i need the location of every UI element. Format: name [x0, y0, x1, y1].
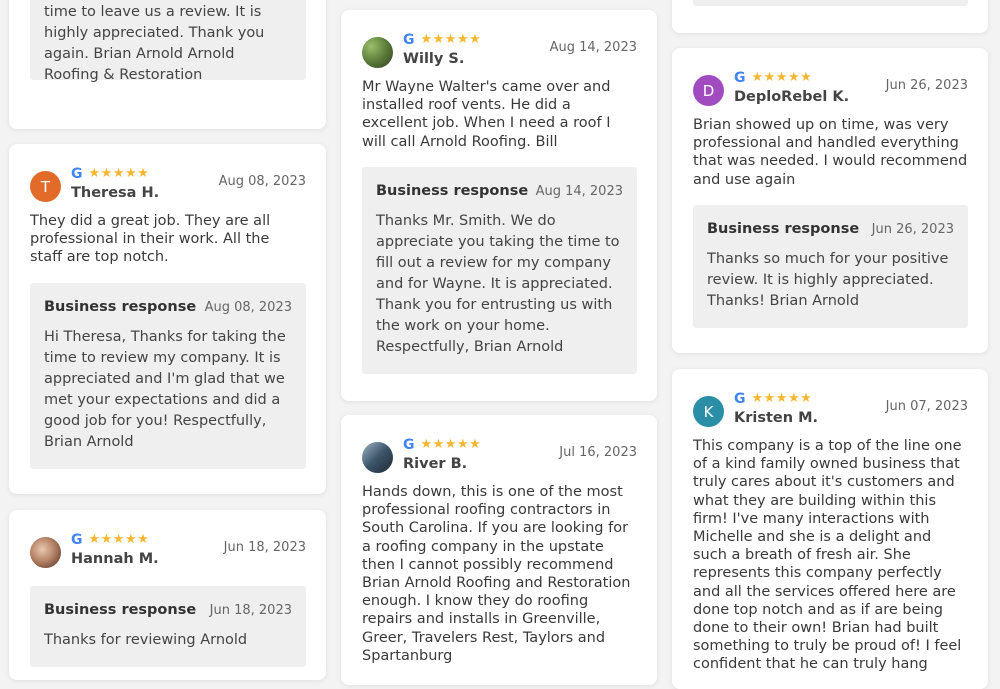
- response-date: Jun 18, 2023: [209, 603, 292, 618]
- avatar: [30, 537, 61, 568]
- review-date: Aug 14, 2023: [549, 40, 637, 55]
- reviewer-name: DeploRebel K.: [734, 89, 850, 105]
- reviewer-name: Willy S.: [403, 51, 465, 67]
- avatar: K: [693, 396, 724, 427]
- response-title: Business response: [707, 220, 860, 237]
- response-title: Business response: [376, 182, 529, 199]
- reviewer-name: Kristen M.: [734, 410, 819, 426]
- review-card: G ★★★★★ River B. Jul 16, 2023 Hands down…: [341, 415, 657, 685]
- response-title: Business response: [44, 298, 197, 315]
- google-icon: G: [403, 437, 415, 453]
- avatar: D: [693, 75, 724, 106]
- review-date: Aug 08, 2023: [218, 174, 306, 189]
- review-card: K G ★★★★★ Kristen M. Jun 07, 2023 This c…: [672, 369, 988, 689]
- review-date: Jul 16, 2023: [559, 445, 637, 460]
- rating-stars: ★★★★★: [420, 32, 482, 47]
- review-card: T G ★★★★★ Theresa H. Aug 08, 2023 They d…: [9, 144, 326, 494]
- google-icon: G: [71, 166, 83, 182]
- reviewer-name: Theresa H.: [71, 185, 160, 201]
- response-text: time to leave us a review. It is highly …: [44, 4, 265, 83]
- google-icon: G: [734, 70, 746, 86]
- avatar: [362, 37, 393, 68]
- rating-stars: ★★★★★: [751, 391, 813, 406]
- business-response: time to leave us a review. It is highly …: [30, 0, 306, 83]
- business-response: [693, 0, 968, 6]
- reviewer-name: Hannah M.: [71, 551, 159, 567]
- rating-stars: ★★★★★: [420, 437, 482, 452]
- rating-stars: ★★★★★: [88, 532, 150, 547]
- review-date: Jun 26, 2023: [885, 78, 968, 93]
- review-date: Jun 18, 2023: [223, 540, 306, 555]
- google-icon: G: [71, 532, 83, 548]
- response-title: Business response: [44, 602, 197, 618]
- review-card: G ★★★★★ Willy S. Aug 14, 2023 Mr Wayne W…: [341, 10, 657, 401]
- response-text: Hi Theresa, Thanks for taking the time t…: [44, 328, 286, 450]
- google-icon: G: [734, 391, 746, 407]
- review-card: time to leave us a review. It is highly …: [9, 0, 326, 129]
- review-text: Brian showed up on time, was very profes…: [693, 117, 968, 188]
- review-text: They did a great job. They are all profe…: [30, 213, 271, 266]
- reviewer-name: River B.: [403, 456, 468, 472]
- avatar: T: [30, 171, 61, 202]
- review-text: Hands down, this is one of the most prof…: [362, 484, 631, 664]
- avatar: [362, 442, 393, 473]
- review-text: This company is a top of the line one of…: [693, 438, 962, 673]
- google-icon: G: [403, 32, 415, 48]
- business-response: Business response Aug 14, 2023 Thanks Mr…: [362, 166, 637, 374]
- response-date: Aug 08, 2023: [204, 299, 292, 315]
- review-card: G ★★★★★ Hannah M. Jun 18, 2023 Business …: [9, 510, 326, 680]
- business-response: Business response Aug 08, 2023 Hi Theres…: [30, 282, 306, 469]
- response-text: Thanks for reviewing Arnold: [44, 632, 248, 648]
- business-response: Business response Jun 26, 2023 Thanks so…: [693, 204, 968, 328]
- response-text: Thanks so much for your positive review.…: [707, 250, 949, 309]
- business-response: Business response Jun 18, 2023 Thanks fo…: [30, 586, 306, 667]
- response-date: Aug 14, 2023: [535, 183, 623, 199]
- review-date: Jun 07, 2023: [885, 399, 968, 414]
- review-card: D G ★★★★★ DeploRebel K. Jun 26, 2023 Bri…: [672, 48, 988, 353]
- response-date: Jun 26, 2023: [871, 221, 954, 237]
- response-text: Thanks Mr. Smith. We do appreciate you t…: [376, 212, 620, 355]
- review-card: [672, 0, 988, 33]
- review-text: Mr Wayne Walter's came over and installe…: [362, 79, 611, 150]
- rating-stars: ★★★★★: [88, 166, 150, 181]
- rating-stars: ★★★★★: [751, 70, 813, 85]
